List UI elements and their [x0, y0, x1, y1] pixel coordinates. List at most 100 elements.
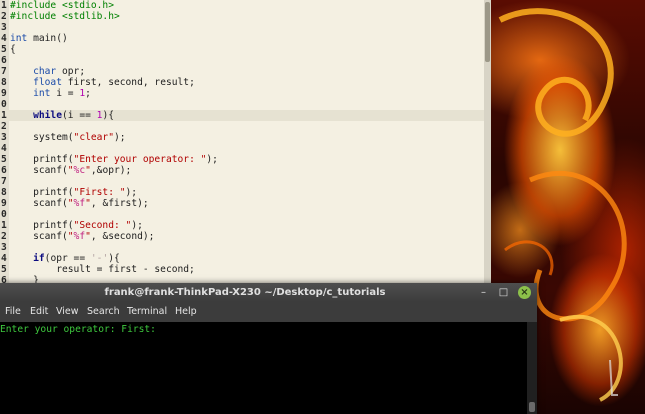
code-line[interactable]: 6 } [0, 275, 484, 283]
code-line[interactable]: 6 [0, 55, 484, 66]
code-text: { [10, 44, 16, 55]
menu-help[interactable]: Help [173, 302, 199, 322]
code-token: (i == [62, 110, 97, 121]
code-text: } [10, 275, 39, 283]
code-text: scanf("%f", &second); [10, 231, 154, 242]
code-line[interactable]: 7 char opr; [0, 66, 484, 77]
code-text: float first, second, result; [10, 77, 195, 88]
terminal-scrollbar-thumb[interactable] [529, 402, 535, 412]
code-text: printf("First: "); [10, 187, 137, 198]
code-token: #include <stdlib.h> [10, 11, 120, 22]
line-number: 5 [1, 264, 7, 275]
line-number: 9 [1, 88, 7, 99]
code-token: while [33, 110, 62, 121]
menu-edit[interactable]: Edit [28, 302, 50, 322]
code-text: char opr; [10, 66, 85, 77]
terminal-window[interactable]: frank@frank-ThinkPad-X230 ~/Desktop/c_tu… [0, 283, 537, 414]
code-token: ,&opr); [90, 165, 132, 176]
code-token: scanf( [10, 231, 68, 242]
code-line[interactable]: 0 [0, 209, 484, 220]
code-token: result = first - second; [10, 264, 195, 275]
code-token: char [33, 66, 57, 77]
code-text: if(opr == '-'){ [10, 253, 120, 264]
code-text: scanf("%c",&opr); [10, 165, 131, 176]
code-line[interactable]: 9 int i = 1; [0, 88, 484, 99]
terminal-title: frank@frank-ThinkPad-X230 ~/Desktop/c_tu… [104, 287, 386, 298]
code-text: printf("Second: "); [10, 220, 143, 231]
code-token: ); [206, 154, 218, 165]
code-line[interactable]: 7 [0, 176, 484, 187]
code-editor[interactable]: 1 #include <stdio.h> 2 #include <stdlib.h> 3… [0, 0, 484, 283]
code-line[interactable]: 3 [0, 22, 484, 33]
code-token: ){ [102, 110, 114, 121]
code-line[interactable]: 9 scanf("%f", &first); [0, 198, 484, 209]
code-token: "First: " [73, 187, 126, 198]
code-line[interactable]: 2 [0, 121, 484, 132]
maximize-button[interactable]: □ [497, 286, 510, 299]
menu-file[interactable]: File [3, 302, 23, 322]
terminal-scrollbar[interactable] [527, 322, 537, 414]
terminal-titlebar[interactable]: frank@frank-ThinkPad-X230 ~/Desktop/c_tu… [0, 283, 537, 302]
menu-search[interactable]: Search [85, 302, 122, 322]
code-token: opr; [56, 66, 86, 77]
close-button[interactable]: × [518, 286, 531, 299]
code-line[interactable]: 5 printf("Enter your operator: "); [0, 154, 484, 165]
code-token: i = [50, 88, 80, 99]
code-token: int [10, 33, 28, 44]
code-line[interactable]: 5 result = first - second; [0, 264, 484, 275]
code-line[interactable]: 3 system("clear"); [0, 132, 484, 143]
code-line[interactable]: 1 while(i == 1){ [0, 110, 484, 121]
menu-terminal[interactable]: Terminal [125, 302, 169, 322]
line-number: 9 [1, 198, 7, 209]
code-line[interactable]: 5{ [0, 44, 484, 55]
code-token: float [33, 77, 62, 88]
code-text: #include <stdlib.h> [10, 11, 120, 22]
code-token: '-' [90, 253, 109, 264]
code-line[interactable]: 6 scanf("%c",&opr); [0, 165, 484, 176]
code-line[interactable]: 4 [0, 143, 484, 154]
code-token: "clear" [73, 132, 114, 143]
code-line[interactable]: 0 [0, 99, 484, 110]
line-number: 6 [1, 275, 7, 283]
line-number: 0 [1, 209, 7, 220]
code-token: system( [10, 132, 74, 143]
code-token: printf( [10, 187, 74, 198]
code-text: #include <stdio.h> [10, 0, 114, 11]
line-number: 4 [1, 253, 7, 264]
line-number: 1 [1, 220, 7, 231]
minimize-button[interactable]: – [477, 286, 490, 299]
code-text: int main() [10, 33, 68, 44]
code-line[interactable]: 2 scanf("%f", &second); [0, 231, 484, 242]
code-line[interactable]: 3 [0, 242, 484, 253]
editor-scrollbar-thumb[interactable] [485, 2, 490, 62]
code-token: int [33, 88, 51, 99]
code-line[interactable]: 8 float first, second, result; [0, 77, 484, 88]
menu-view[interactable]: View [54, 302, 81, 322]
code-token: ); [113, 132, 126, 143]
code-token: main() [27, 33, 68, 44]
editor-scrollbar[interactable] [484, 0, 491, 283]
line-number: 7 [1, 176, 7, 187]
terminal-output-line: Enter your operator: First: [0, 324, 156, 335]
code-token: printf( [10, 220, 74, 231]
code-line[interactable]: 8 printf("First: "); [0, 187, 484, 198]
line-number: 3 [1, 242, 7, 253]
code-line[interactable]: 4 if(opr == '-'){ [0, 253, 484, 264]
code-text: scanf("%f", &first); [10, 198, 149, 209]
code-line[interactable]: 1 #include <stdio.h> [0, 0, 484, 11]
line-number: 8 [1, 187, 7, 198]
line-number: 2 [1, 121, 7, 132]
line-number: 4 [1, 33, 7, 44]
code-line[interactable]: 1 printf("Second: "); [0, 220, 484, 231]
code-token: %f [73, 198, 86, 209]
code-token: %c [73, 165, 86, 176]
line-number: 8 [1, 77, 7, 88]
terminal-output-area[interactable]: Enter your operator: First: [0, 322, 527, 414]
code-token: ){ [108, 253, 120, 264]
code-line[interactable]: 4 int main() [0, 33, 484, 44]
code-line[interactable]: 2 #include <stdlib.h> [0, 11, 484, 22]
